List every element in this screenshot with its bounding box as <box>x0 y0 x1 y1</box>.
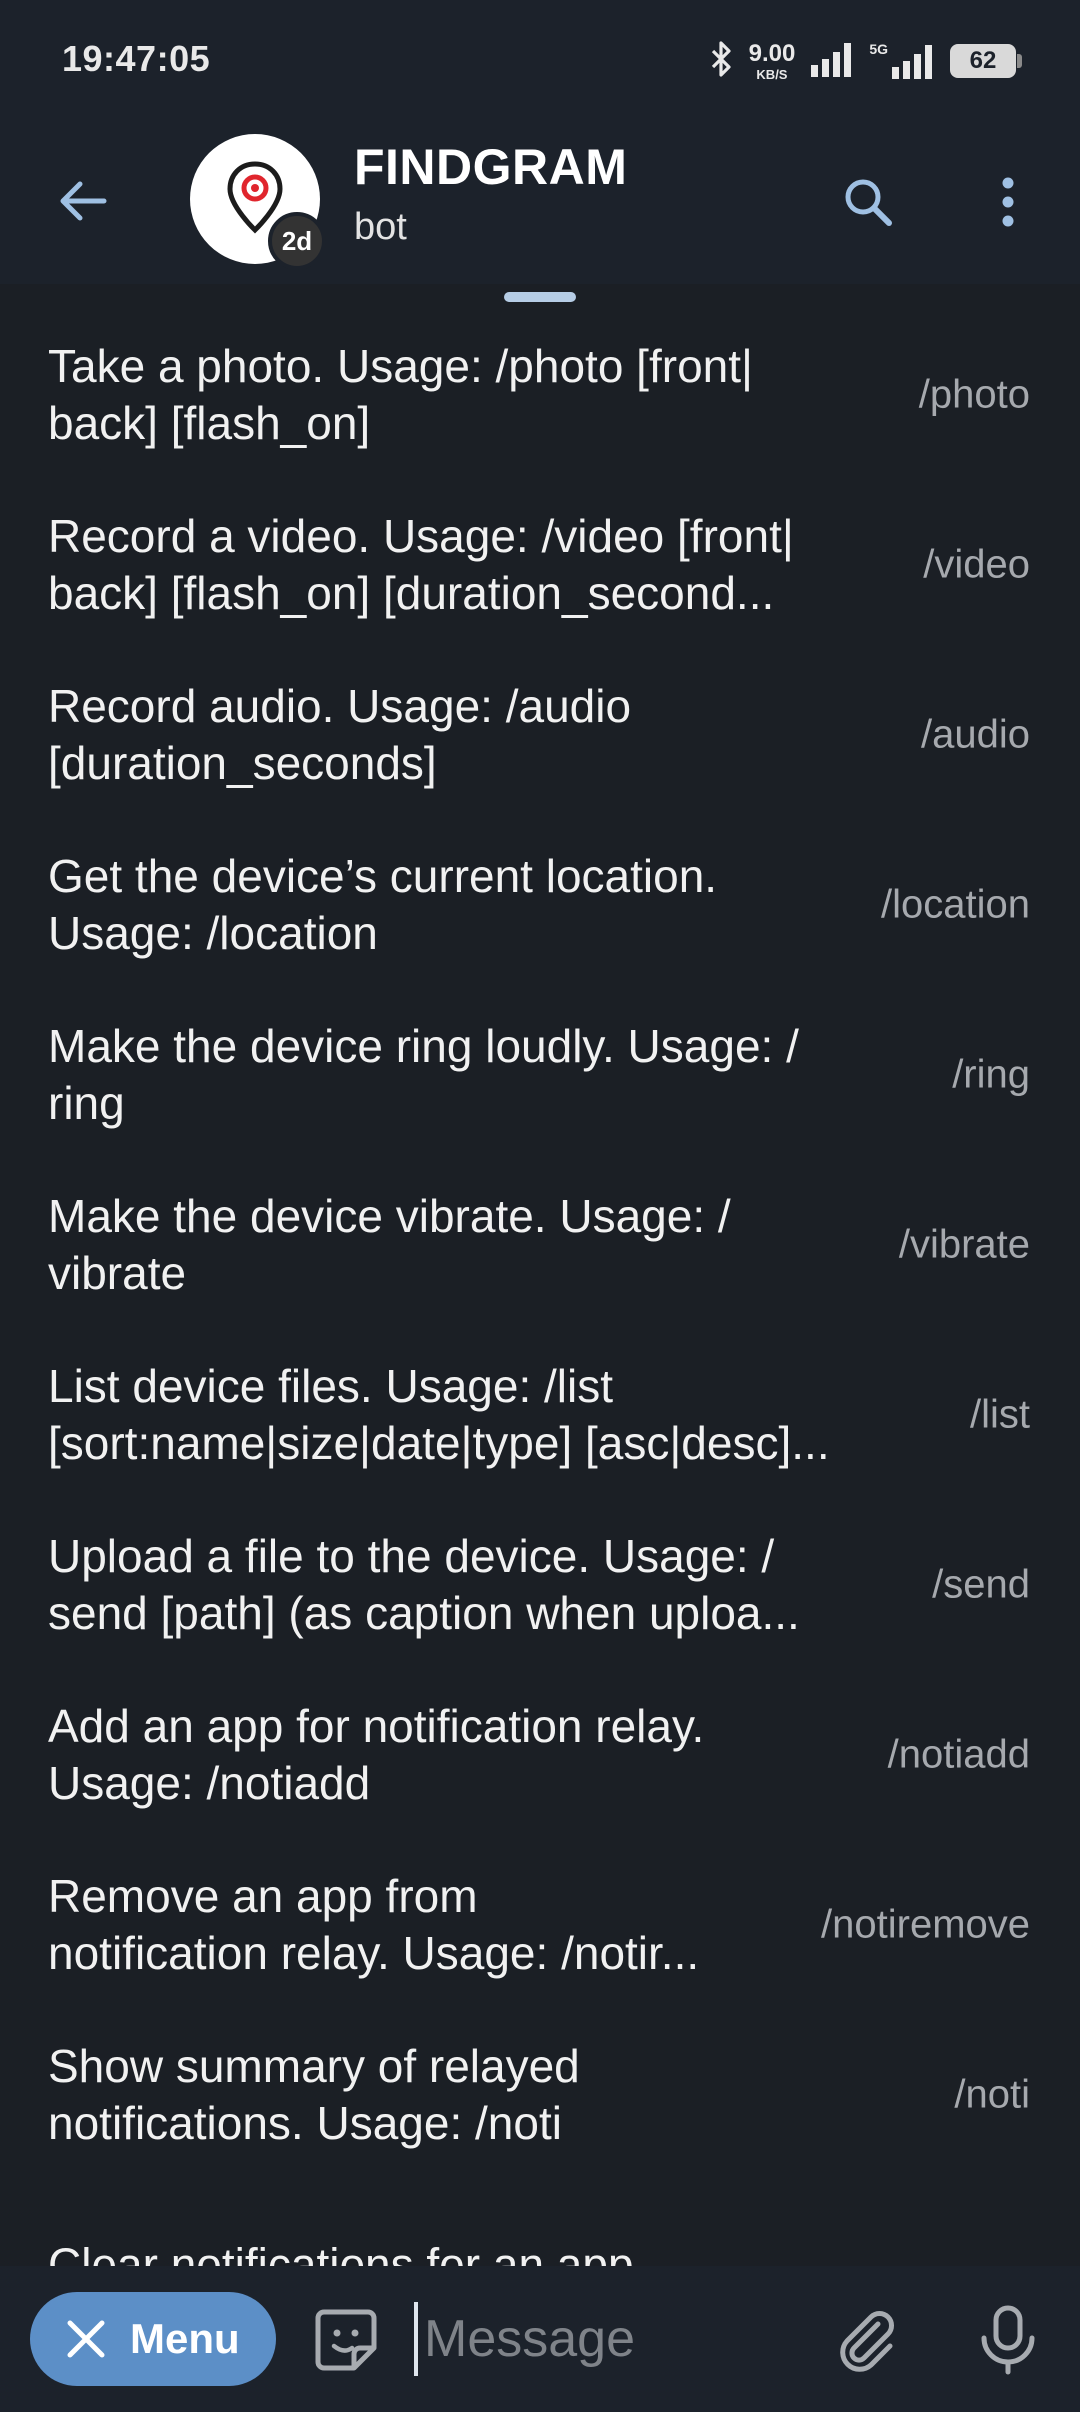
command-name: /photo <box>918 372 1030 417</box>
command-name: /audio <box>921 712 1030 757</box>
message-input[interactable] <box>414 2302 814 2376</box>
avatar-badge: 2d <box>268 212 326 270</box>
command-description: Remove an app from notification relay. U… <box>48 1870 700 1979</box>
avatar[interactable]: 2d <box>190 134 326 270</box>
command-description: Show summary of relayed notifications. U… <box>48 2040 580 2149</box>
bot-commands-list: Take a photo. Usage: /photo [front| back… <box>0 310 1080 2266</box>
menu-label: Menu <box>130 2315 240 2362</box>
menu-button[interactable]: Menu <box>30 2292 276 2386</box>
command-item-noti[interactable]: Show summary of relayed notifications. U… <box>0 2010 1080 2180</box>
command-item-audio[interactable]: Record audio. Usage: /audio [duration_se… <box>0 650 1080 820</box>
command-description: Clear notifications for an app <box>48 2238 634 2267</box>
command-description: Record audio. Usage: /audio [duration_se… <box>48 680 632 789</box>
net-speed: 9.00 KB/S <box>748 39 796 82</box>
command-item-vibrate[interactable]: Make the device vibrate. Usage: / vibrat… <box>0 1160 1080 1330</box>
close-icon <box>67 2320 105 2358</box>
command-name: /location <box>881 882 1030 927</box>
chat-title[interactable]: FINDGRAM <box>354 138 627 196</box>
chat-subtitle: bot <box>354 206 407 248</box>
net-speed-unit: KB/S <box>756 66 788 82</box>
more-vertical-icon <box>1002 177 1014 227</box>
bluetooth-icon <box>709 39 735 84</box>
command-item-clear[interactable]: Clear notifications for an app <box>0 2180 1080 2267</box>
command-item-ring[interactable]: Make the device ring loudly. Usage: / ri… <box>0 990 1080 1160</box>
command-name: /vibrate <box>898 1222 1030 1267</box>
battery-level: 62 <box>969 47 997 74</box>
search-button[interactable] <box>830 164 906 240</box>
command-item-notiadd[interactable]: Add an app for notification relay. Usage… <box>0 1670 1080 1840</box>
arrow-left-icon <box>60 181 107 221</box>
command-description: Take a photo. Usage: /photo [front| back… <box>48 340 753 449</box>
command-description: List device files. Usage: /list [sort:na… <box>48 1360 830 1469</box>
command-item-video[interactable]: Record a video. Usage: /video [front| ba… <box>0 480 1080 650</box>
command-name: /notiadd <box>887 1732 1030 1777</box>
command-name: /send <box>932 1562 1030 1607</box>
command-description: Get the device’s current location. Usage… <box>48 850 718 959</box>
command-description: Record a video. Usage: /video [front| ba… <box>48 510 794 619</box>
command-item-location[interactable]: Get the device’s current location. Usage… <box>0 820 1080 990</box>
back-button[interactable] <box>46 164 120 238</box>
attach-button[interactable] <box>826 2298 910 2382</box>
more-options-button[interactable] <box>970 164 1046 240</box>
status-bar: 19:47:05 9.00 KB/S 5G 62 <box>0 0 1080 124</box>
command-name: /ring <box>952 1052 1030 1097</box>
command-name: /list <box>970 1392 1030 1437</box>
command-description: Make the device ring loudly. Usage: / ri… <box>48 1020 799 1129</box>
command-item-notiremove[interactable]: Remove an app from notification relay. U… <box>0 1840 1080 2010</box>
signal-5g-icon: 5G <box>869 41 936 81</box>
status-icons: 9.00 KB/S 5G 62 <box>709 36 1022 86</box>
command-name: /video <box>923 542 1030 587</box>
command-name: /noti <box>954 2072 1030 2117</box>
command-description: Upload a file to the device. Usage: / se… <box>48 1530 800 1639</box>
command-item-photo[interactable]: Take a photo. Usage: /photo [front| back… <box>0 310 1080 480</box>
status-time: 19:47:05 <box>62 38 211 79</box>
command-name: /notiremove <box>821 1902 1030 1947</box>
chat-header: 2d FINDGRAM bot <box>0 124 1080 284</box>
microphone-icon <box>981 2305 1035 2375</box>
paperclip-icon <box>840 2311 894 2372</box>
message-input-bar: Menu <box>0 2266 1080 2412</box>
command-description: Add an app for notification relay. Usage… <box>48 1700 705 1809</box>
microphone-button[interactable] <box>966 2298 1050 2382</box>
command-item-send[interactable]: Upload a file to the device. Usage: / se… <box>0 1500 1080 1670</box>
drag-handle[interactable] <box>504 292 576 302</box>
network-type: 5G <box>869 41 888 57</box>
command-description: Make the device vibrate. Usage: / vibrat… <box>48 1190 731 1299</box>
net-speed-value: 9.00 <box>748 39 796 67</box>
signal-icon <box>809 39 855 84</box>
search-icon <box>845 179 892 226</box>
battery-icon: 62 <box>950 44 1022 78</box>
sticker-button[interactable] <box>306 2300 386 2380</box>
sticker-icon <box>315 2309 377 2371</box>
command-item-list[interactable]: List device files. Usage: /list [sort:na… <box>0 1330 1080 1500</box>
